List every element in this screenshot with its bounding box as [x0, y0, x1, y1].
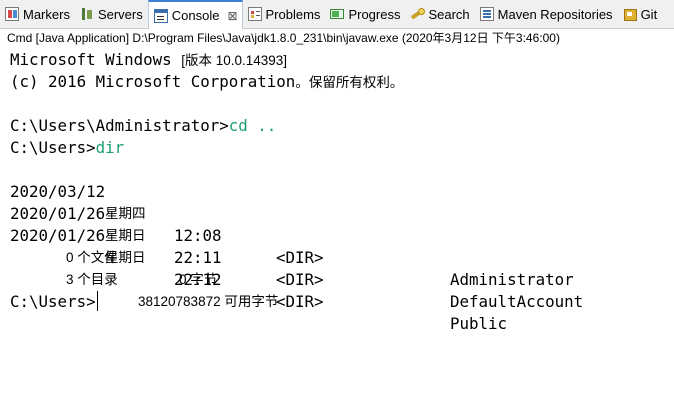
entry-type: <DIR>: [276, 292, 324, 311]
banner-rights: 。保留所有权利。: [295, 75, 404, 90]
banner-os-name: Microsoft Windows: [10, 50, 182, 69]
entry-name: Administrator: [450, 270, 574, 289]
dir-entry: 2020/01/26 星期日 22:12 <DIR> Public: [10, 203, 660, 333]
tab-label: Console: [171, 8, 220, 23]
console-output[interactable]: Microsoft Windows [版本 10.0.14393] (c) 20…: [0, 48, 674, 418]
entry-name: Public: [450, 314, 508, 333]
servers-icon: [80, 7, 94, 21]
command-text: cd ..: [228, 116, 277, 135]
git-icon: [623, 7, 637, 21]
console-icon: [153, 8, 168, 23]
banner-version: [版本 10.0.14393]: [181, 53, 288, 68]
tab-maven-repositories[interactable]: Maven Repositories: [475, 0, 618, 28]
search-icon: [410, 7, 426, 21]
tab-label: Maven Repositories: [497, 6, 613, 22]
tab-progress[interactable]: Progress: [325, 0, 405, 28]
tab-label: Search: [428, 6, 470, 22]
tab-console[interactable]: Console ⊠: [147, 0, 243, 29]
prompt: C:\Users>: [10, 138, 96, 157]
console-line: C:\Users>: [10, 291, 98, 313]
console-process-title: Cmd [Java Application] D:\Program Files\…: [0, 29, 674, 48]
close-icon[interactable]: ⊠: [227, 9, 237, 23]
banner-copyright: (c) 2016 Microsoft Corporation: [10, 72, 296, 91]
tab-label: Git: [640, 6, 658, 22]
tab-label: Servers: [97, 6, 143, 22]
tab-search[interactable]: Search: [405, 0, 474, 28]
tab-servers[interactable]: Servers: [75, 0, 148, 28]
problems-icon: [247, 7, 262, 21]
file-bytes: 0 字节: [179, 272, 218, 287]
console-line: C:\Users\Administrator>cd ..: [10, 115, 276, 137]
tab-label: Markers: [23, 6, 70, 22]
tab-label: Progress: [348, 6, 401, 22]
markers-icon: [5, 7, 19, 21]
dir-summary-files: 0 个文件 0 字节: [10, 225, 660, 287]
free-bytes: 38120783872 可用字节: [138, 294, 279, 309]
console-line: (c) 2016 Microsoft Corporation。保留所有权利。: [10, 71, 403, 93]
prompt: C:\Users>: [10, 292, 96, 311]
command-text: dir: [95, 138, 125, 157]
dir-count: 3 个目录: [66, 272, 118, 287]
entry-name: DefaultAccount: [450, 292, 584, 311]
maven-icon: [479, 7, 494, 21]
dir-entry: 2020/03/12 星期四 12:08 <DIR> Administrator: [10, 159, 660, 289]
prompt: C:\Users\Administrator>: [10, 116, 229, 135]
dir-summary-dirs: 3 个目录 38120783872 可用字节: [10, 247, 660, 309]
console-line: C:\Users>dir: [10, 137, 124, 159]
tab-git[interactable]: Git: [618, 0, 663, 28]
text-cursor: [96, 291, 98, 311]
tab-label: Problems: [265, 6, 321, 22]
tab-problems[interactable]: Problems: [243, 0, 326, 28]
console-line: Microsoft Windows [版本 10.0.14393]: [10, 49, 287, 71]
view-tab-bar: Markers Servers Console ⊠ Problems Progr…: [0, 0, 674, 29]
entry-type: <DIR>: [276, 270, 324, 289]
progress-icon: [330, 9, 345, 19]
dir-entry: 2020/01/26 星期日 22:11 <DIR> DefaultAccoun…: [10, 181, 660, 311]
tab-markers[interactable]: Markers: [0, 0, 75, 28]
